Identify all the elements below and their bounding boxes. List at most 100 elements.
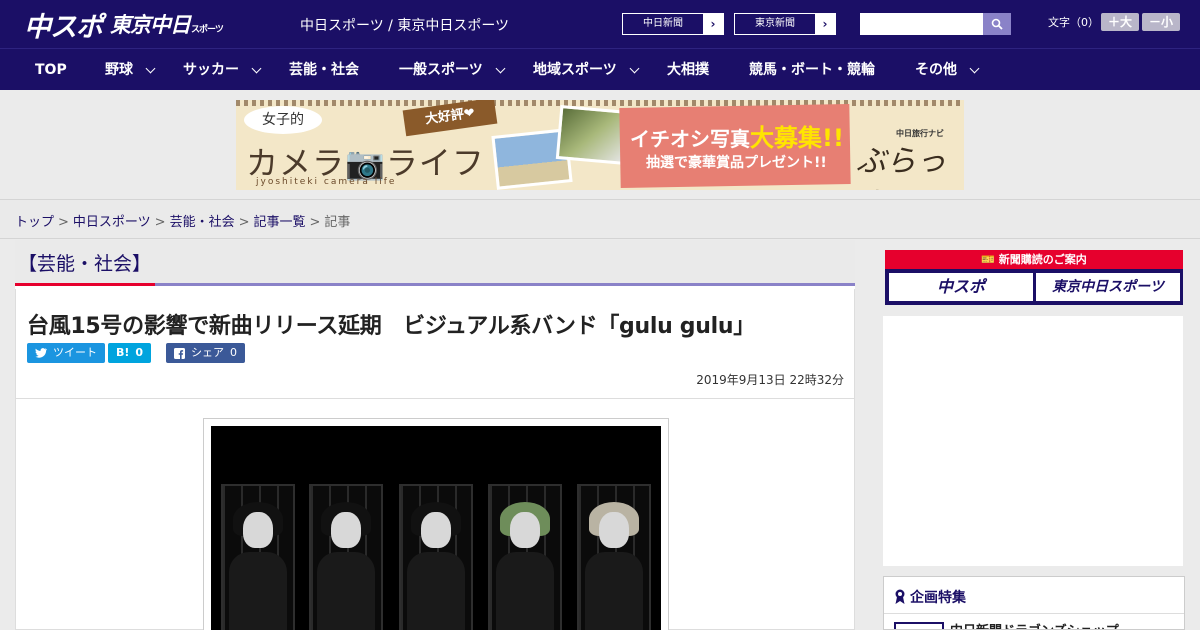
hatena-icon: B! bbox=[116, 346, 130, 359]
chunichi-shimbun-link[interactable]: 中日新聞 › bbox=[622, 13, 724, 35]
feature-thumbnail[interactable] bbox=[894, 622, 944, 629]
breadcrumb-current: 記事 bbox=[324, 215, 351, 230]
banner-subtitle: jyoshiteki camera life bbox=[256, 177, 397, 187]
paper-link-label: 中日新聞 bbox=[643, 18, 683, 29]
tokyo-logo-small: スポーツ bbox=[191, 25, 224, 35]
hatena-count: 0 bbox=[135, 346, 144, 359]
nav-item-label: 芸能・社会 bbox=[289, 62, 359, 78]
banner-promo-line: イチオシ写真大募集!! bbox=[630, 118, 844, 153]
top-bar: 中スポ 東京中日スポーツ 中日スポーツ / 東京中日スポーツ 中日新聞 › 東京… bbox=[0, 0, 1200, 48]
nav-item-label: 一般スポーツ bbox=[399, 62, 483, 78]
chevron-down-icon bbox=[495, 63, 506, 73]
tweet-button[interactable]: ツイート bbox=[27, 343, 105, 363]
breadcrumb-link-chuspo[interactable]: 中日スポーツ bbox=[73, 215, 151, 230]
banner-brand-logo: ぶらっ人 bbox=[856, 144, 946, 190]
category-header: 【芸能・社会】 bbox=[15, 240, 855, 286]
ticket-icon: 🎫 bbox=[981, 253, 999, 266]
breadcrumb-link-category[interactable]: 芸能・社会 bbox=[170, 215, 235, 230]
breadcrumb: トップ > 中日スポーツ > 芸能・社会 > 記事一覧 > 記事 bbox=[15, 211, 350, 230]
paper-link-label: 東京新聞 bbox=[755, 18, 795, 29]
site-name: 中日スポーツ / 東京中日スポーツ bbox=[300, 18, 510, 34]
tokyo-chunichi-logo[interactable]: 東京中日スポーツ bbox=[110, 9, 224, 39]
nav-item-sumo[interactable]: 大相撲 bbox=[667, 49, 709, 91]
font-smaller-button[interactable]: －小 bbox=[1142, 13, 1180, 31]
ribbon-icon bbox=[895, 589, 905, 604]
hatena-bookmark-button[interactable]: B! 0 bbox=[108, 343, 152, 363]
nav-item-label: TOP bbox=[35, 62, 67, 78]
article-body: 台風15号の影響で新曲リリース延期 ビジュアル系バンド「gulu gulu」 ツ… bbox=[15, 289, 855, 630]
font-bigger-button[interactable]: ＋大 bbox=[1101, 13, 1139, 31]
article-headline: 台風15号の影響で新曲リリース延期 ビジュアル系バンド「gulu gulu」 bbox=[27, 314, 755, 339]
feature-title-label: 企画特集 bbox=[910, 590, 966, 606]
tweet-label: ツイート bbox=[53, 346, 97, 359]
nav-item-baseball[interactable]: 野球 bbox=[105, 49, 156, 91]
banner-stripe bbox=[236, 100, 964, 106]
article-photo-frame bbox=[203, 418, 669, 630]
breadcrumb-separator: > bbox=[154, 215, 166, 230]
search-icon bbox=[991, 18, 1003, 30]
search-button[interactable] bbox=[983, 13, 1011, 35]
nav-item-label: 野球 bbox=[105, 62, 133, 78]
photo-band-member bbox=[581, 502, 647, 630]
feature-box: 企画特集 中日新聞ドラゴンズショップ bbox=[883, 576, 1185, 630]
chuspo-logo[interactable]: 中スポ bbox=[24, 5, 103, 44]
banner-bubble: 女子的 bbox=[244, 106, 322, 134]
facebook-icon bbox=[174, 347, 185, 359]
chevron-down-icon bbox=[251, 63, 262, 73]
breadcrumb-separator: > bbox=[309, 215, 321, 230]
main-nav: TOP 野球 サッカー 芸能・社会 一般スポーツ 地域スポーツ 大相撲 競馬・ボ… bbox=[0, 48, 1200, 90]
chevron-down-icon bbox=[145, 63, 156, 73]
tokyo-logo-text: 東京中日 bbox=[110, 13, 191, 37]
category-title: 【芸能・社会】 bbox=[18, 253, 152, 275]
breadcrumb-separator: > bbox=[58, 215, 69, 230]
breadcrumb-link-home[interactable]: トップ bbox=[15, 215, 54, 230]
nav-item-label: 競馬・ボート・競輪 bbox=[749, 62, 875, 78]
photo-band-member bbox=[492, 502, 558, 630]
sidebar-ad-slot bbox=[883, 316, 1183, 566]
nav-item-general-sports[interactable]: 一般スポーツ bbox=[399, 49, 506, 91]
chevron-right-icon: › bbox=[703, 14, 723, 34]
nav-item-label: その他 bbox=[915, 62, 957, 78]
nav-item-label: 大相撲 bbox=[667, 62, 709, 78]
breadcrumb-link-list[interactable]: 記事一覧 bbox=[254, 215, 306, 230]
photo-band-member bbox=[313, 502, 379, 630]
promo-highlight: 大募集!! bbox=[750, 124, 844, 152]
nav-item-label: サッカー bbox=[183, 62, 239, 78]
subscription-header-label: 新聞購読のご案内 bbox=[998, 253, 1087, 266]
nav-item-entertainment[interactable]: 芸能・社会 bbox=[289, 49, 359, 91]
chevron-down-icon bbox=[629, 63, 640, 73]
nav-item-racing[interactable]: 競馬・ボート・競輪 bbox=[749, 49, 875, 91]
subscription-box: 🎫 新聞購読のご案内 中スポ 東京中日スポーツ bbox=[885, 250, 1183, 305]
nav-item-other[interactable]: その他 bbox=[915, 49, 980, 91]
divider bbox=[884, 613, 1184, 614]
nav-item-soccer[interactable]: サッカー bbox=[183, 49, 262, 91]
camera-life-banner[interactable]: 女子的 カメラ📷ライフ jyoshiteki camera life 大好評❤ … bbox=[236, 100, 964, 190]
chevron-down-icon bbox=[969, 63, 980, 73]
banner-promo-subline: 抽選で豪華賞品プレゼント!! bbox=[646, 155, 827, 171]
article-main: 【芸能・社会】 台風15号の影響で新曲リリース延期 ビジュアル系バンド「gulu… bbox=[15, 240, 855, 630]
twitter-icon bbox=[35, 348, 47, 358]
font-size-label: 文字（0） bbox=[1048, 16, 1099, 29]
nav-item-label: 地域スポーツ bbox=[533, 62, 617, 78]
photo-band-member bbox=[225, 502, 291, 630]
breadcrumb-separator: > bbox=[238, 215, 250, 230]
nav-item-local-sports[interactable]: 地域スポーツ bbox=[533, 49, 640, 91]
tokyo-shimbun-link[interactable]: 東京新聞 › bbox=[734, 13, 836, 35]
feature-item-link[interactable]: 中日新聞ドラゴンズショップ bbox=[950, 620, 1119, 629]
breadcrumb-bar: トップ > 中日スポーツ > 芸能・社会 > 記事一覧 > 記事 bbox=[0, 199, 1200, 239]
facebook-share-label: シェア bbox=[191, 346, 224, 359]
subscribe-chuspo-button[interactable]: 中スポ bbox=[889, 273, 1033, 301]
promo-text: イチオシ写真 bbox=[630, 127, 750, 151]
photo-band-member bbox=[403, 502, 469, 630]
nav-item-top[interactable]: TOP bbox=[35, 49, 67, 91]
article-date: 2019年9月13日 22時32分 bbox=[696, 373, 844, 387]
band-photo[interactable] bbox=[211, 426, 661, 630]
search-input[interactable] bbox=[860, 13, 983, 35]
facebook-share-button[interactable]: シェア 0 bbox=[166, 343, 245, 363]
divider bbox=[16, 398, 854, 399]
facebook-count: 0 bbox=[230, 346, 237, 359]
subscribe-tokyo-chunichi-button[interactable]: 東京中日スポーツ bbox=[1036, 273, 1180, 301]
feature-title: 企画特集 bbox=[894, 587, 966, 607]
subscription-header: 🎫 新聞購読のご案内 bbox=[885, 250, 1183, 269]
chevron-right-icon: › bbox=[815, 14, 835, 34]
